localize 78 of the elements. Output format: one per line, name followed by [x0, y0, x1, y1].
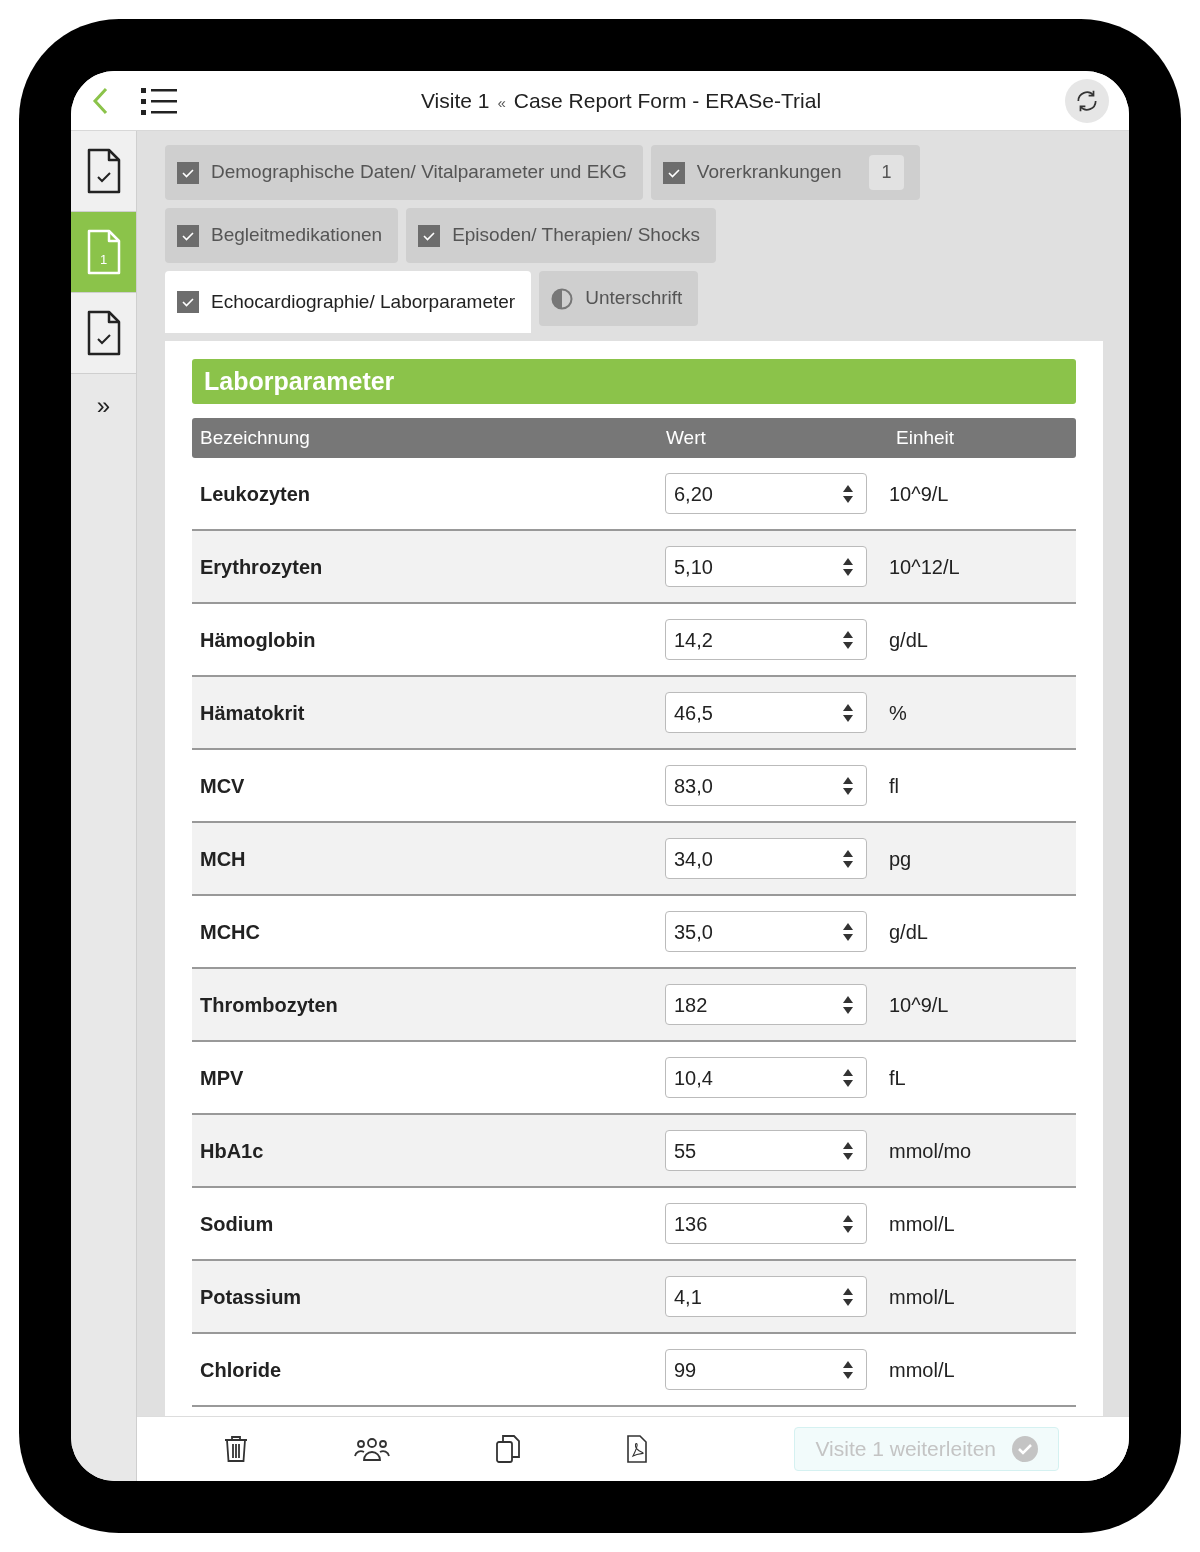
tab-label: Episoden/ Therapien/ Shocks: [452, 223, 700, 248]
parameter-name: MCV: [199, 773, 246, 799]
number-field[interactable]: 35,0: [665, 911, 867, 952]
tab-label: Echocardiographie/ Laborparameter: [211, 289, 516, 314]
number-field[interactable]: 34,0: [665, 838, 867, 879]
tab-label: Begleitmedikationen: [211, 223, 383, 248]
number-field[interactable]: 182: [665, 984, 867, 1025]
half-circle-icon: [551, 287, 574, 310]
trash-icon[interactable]: [223, 1435, 249, 1463]
unit-label: mmol/L: [888, 1284, 955, 1310]
column-header: Einheit: [895, 425, 955, 450]
parameter-name: MCH: [199, 846, 247, 872]
unit-label: 10^9/L: [888, 992, 949, 1018]
parameter-name: Hämatokrit: [199, 700, 306, 726]
parameter-name: Sodium: [199, 1211, 275, 1237]
parameter-name: MPV: [199, 1065, 245, 1091]
column-header: Bezeichnung: [199, 425, 311, 450]
section-tab[interactable]: Episoden/ Therapien/ Shocks: [406, 208, 716, 263]
number-field[interactable]: 83,0: [665, 765, 867, 806]
unit-label: 10^12/L: [888, 554, 960, 580]
number-field[interactable]: 46,5: [665, 692, 867, 733]
number-field[interactable]: 4,1: [665, 1276, 867, 1317]
unit-label: mmol/mo: [888, 1138, 972, 1164]
checkbox[interactable]: [418, 224, 441, 247]
number-field[interactable]: 5,10: [665, 546, 867, 587]
section-tab[interactable]: Echocardiographie/ Laborparameter: [165, 271, 532, 333]
section-tab[interactable]: Unterschrift: [539, 271, 699, 326]
checkbox[interactable]: [177, 224, 199, 247]
sidebar-item[interactable]: [71, 131, 136, 212]
parameter-name: Leukozyten: [199, 481, 312, 507]
unit-label: mmol/L: [888, 1211, 955, 1237]
number-field[interactable]: 55: [665, 1130, 867, 1171]
parameter-name: Chloride: [199, 1357, 283, 1383]
number-field[interactable]: 99: [665, 1349, 867, 1390]
unit-label: pg: [888, 846, 912, 872]
breadcrumb-separator: «: [497, 92, 506, 113]
document-number: 1: [99, 251, 108, 269]
document-icon: [85, 147, 122, 195]
parameter-name: Thrombozyten: [199, 992, 339, 1018]
refresh-button[interactable]: [1065, 78, 1109, 123]
unit-label: g/dL: [888, 919, 928, 945]
checkbox[interactable]: [177, 161, 199, 184]
number-field[interactable]: 10,4: [665, 1057, 867, 1098]
number-field[interactable]: 14,2: [665, 619, 867, 660]
number-field[interactable]: 136: [665, 1203, 867, 1244]
parameter-name: MCHC: [199, 919, 261, 945]
parameter-name: Erythrozyten: [199, 554, 324, 580]
section-tab[interactable]: Demographische Daten/ Vitalparameter und EKG: [165, 145, 643, 200]
count-badge: 1: [869, 155, 904, 190]
tab-label: Demographische Daten/ Vitalparameter und EKG: [211, 160, 627, 185]
form-title: Case Report Form - ERASe-Trial: [513, 87, 822, 114]
unit-label: 10^9/L: [888, 481, 949, 507]
number-field[interactable]: 6,20: [665, 473, 867, 514]
parameter-name: HbA1c: [199, 1138, 265, 1164]
menu-icon[interactable]: [141, 86, 177, 115]
section-tab[interactable]: Begleitmedikationen: [165, 208, 399, 263]
users-icon[interactable]: [354, 1436, 390, 1462]
check-circle-icon: [1012, 1436, 1038, 1462]
unit-label: %: [888, 700, 907, 726]
checkbox[interactable]: [177, 291, 199, 313]
pdf-file-icon[interactable]: [626, 1434, 648, 1464]
document-icon: [85, 309, 122, 357]
section-tab[interactable]: Vorerkrankungen 1: [650, 145, 920, 200]
sidebar-item[interactable]: [71, 293, 136, 374]
column-header: Wert: [665, 425, 707, 450]
parameter-name: Potassium: [199, 1284, 303, 1310]
tab-label: Vorerkrankungen: [696, 160, 842, 185]
unit-label: fl: [888, 773, 899, 799]
unit-label: fL: [888, 1065, 906, 1091]
unit-label: mmol/L: [888, 1357, 955, 1383]
checkbox[interactable]: [662, 161, 685, 184]
parameter-name: Hämoglobin: [199, 627, 317, 653]
copy-icon[interactable]: [495, 1434, 521, 1464]
document-icon: [85, 228, 122, 276]
section-title: Laborparameter: [204, 365, 395, 397]
visit-title: Visite 1: [420, 87, 490, 114]
tab-label: Unterschrift: [585, 286, 683, 311]
unit-label: g/dL: [888, 627, 928, 653]
